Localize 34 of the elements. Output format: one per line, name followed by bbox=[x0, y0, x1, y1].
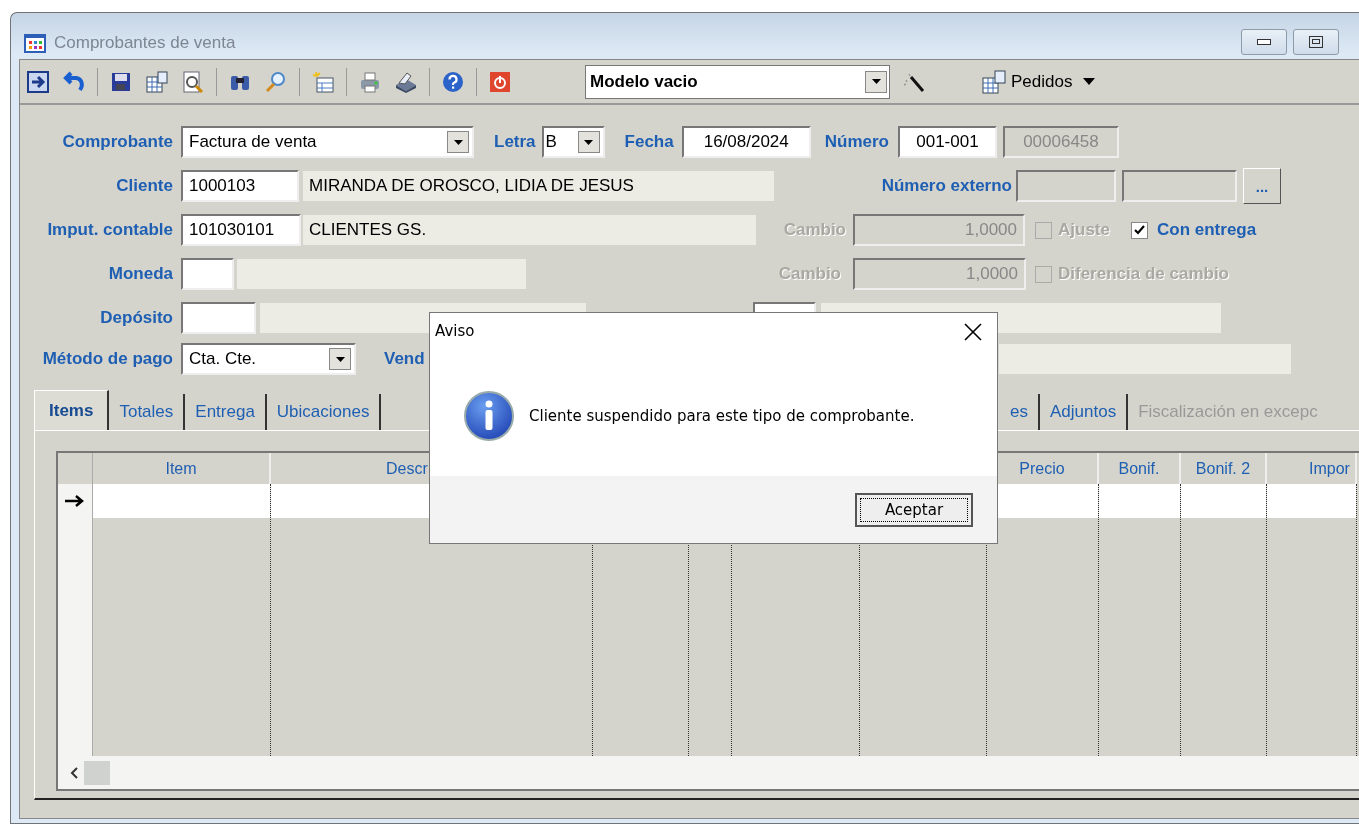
account-name-field: CLIENTES GS. bbox=[303, 215, 756, 245]
dialog-message: Cliente suspendido para este tipo de comprobante. bbox=[529, 407, 915, 425]
tab[interactable]: Entrega bbox=[185, 394, 267, 430]
client-name-field: MIRANDA DE OROSCO, LIDIA DE JESUS bbox=[303, 171, 774, 201]
account-code-field[interactable]: 101030101 bbox=[181, 214, 301, 246]
tab[interactable]: Adjuntos bbox=[1039, 394, 1129, 430]
model-dropdown[interactable]: Modelo vacio bbox=[585, 64, 890, 99]
browse-button[interactable]: ... bbox=[1243, 168, 1281, 204]
field-label: Método de pago bbox=[42, 349, 173, 369]
field-label: Imput. contable bbox=[47, 220, 173, 240]
field-label: Fecha bbox=[624, 132, 674, 151]
date-field[interactable]: 16/08/2024 bbox=[681, 126, 811, 158]
number-prefix-field[interactable]: 001-001 bbox=[897, 126, 997, 158]
field-label: Comprobante bbox=[62, 132, 173, 152]
tab[interactable]: es bbox=[1000, 394, 1040, 430]
payment-method-dropdown[interactable]: Cta. Cte. bbox=[181, 343, 356, 375]
field-label: Cliente bbox=[116, 176, 173, 196]
field-label: Letra bbox=[494, 132, 536, 151]
field-label: Depósito bbox=[100, 308, 173, 328]
letter-dropdown[interactable]: B bbox=[541, 126, 605, 158]
voucher-type-dropdown[interactable]: Factura de venta bbox=[181, 126, 474, 158]
field-label: Con entrega bbox=[1157, 220, 1257, 239]
accept-button[interactable]: Aceptar bbox=[855, 493, 973, 527]
window-title: Comprobantes de venta bbox=[54, 33, 236, 53]
field-label: Número externo bbox=[881, 176, 1012, 196]
field-label: Moneda bbox=[108, 264, 173, 284]
tab[interactable]: Items bbox=[34, 390, 110, 430]
orders-menu-button[interactable]: Pedidos bbox=[982, 66, 1096, 97]
field-label: Número bbox=[824, 132, 889, 151]
client-code-field[interactable]: 1000103 bbox=[181, 170, 299, 202]
field-label: Vend bbox=[384, 349, 425, 368]
tab[interactable]: Totales bbox=[109, 394, 186, 430]
dialog-title: Aviso bbox=[435, 322, 475, 340]
tab[interactable]: Ubicaciones bbox=[266, 394, 382, 430]
